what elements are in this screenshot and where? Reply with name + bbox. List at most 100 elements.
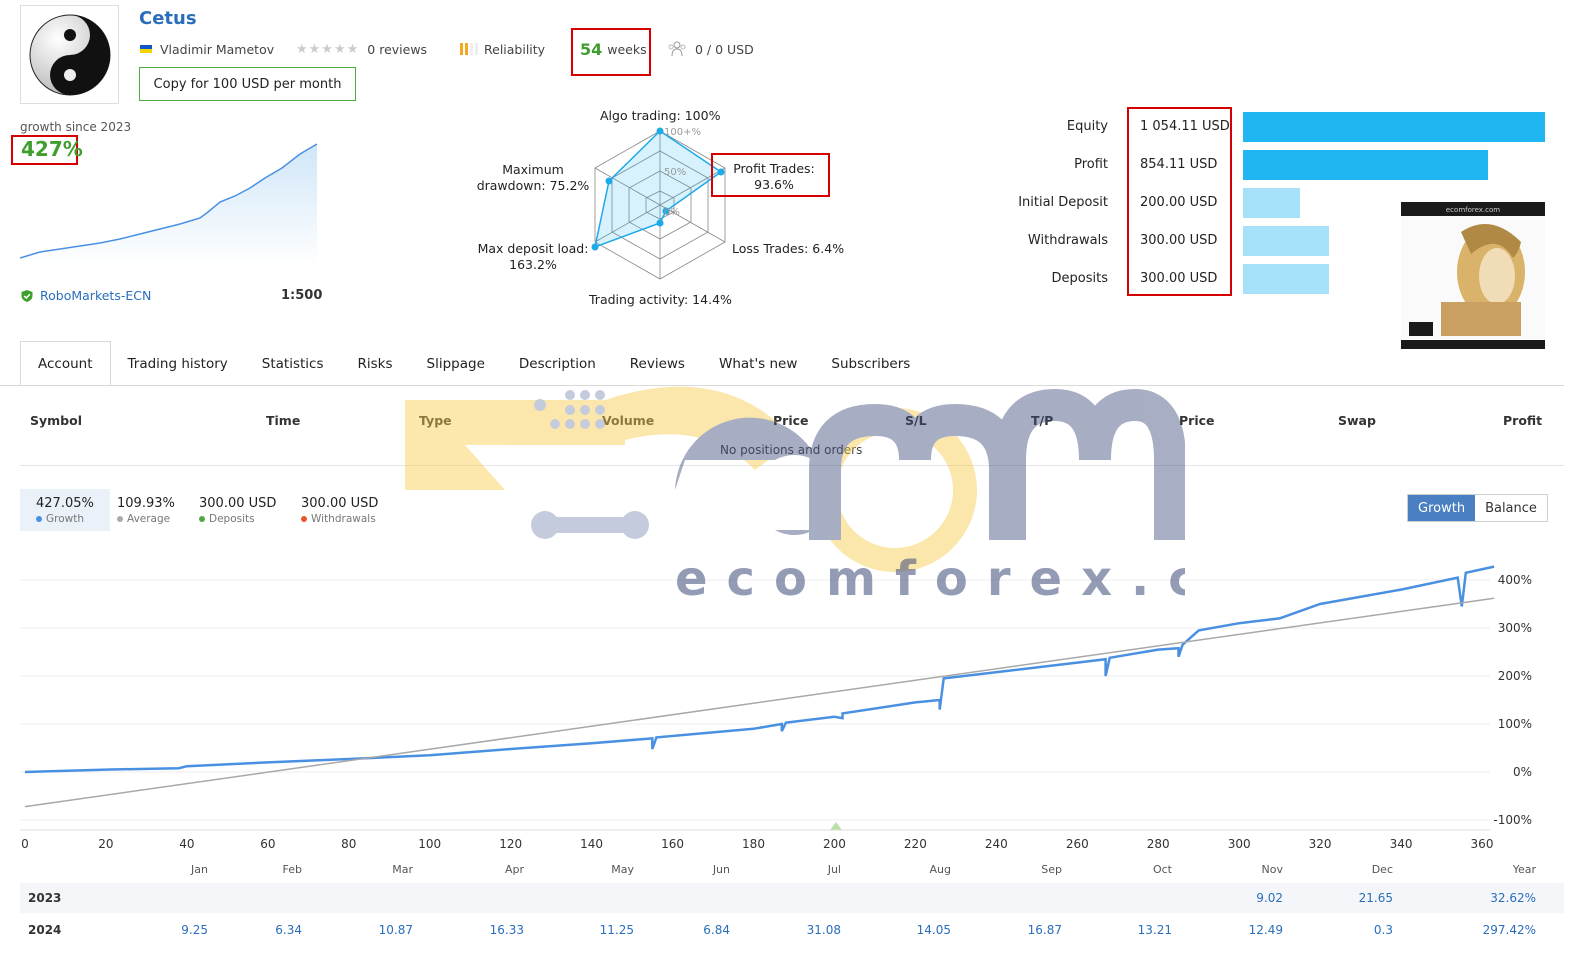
broker-link[interactable]: RoboMarkets-ECN bbox=[20, 288, 151, 303]
tab-risks[interactable]: Risks bbox=[341, 341, 410, 386]
tab-reviews[interactable]: Reviews bbox=[613, 341, 702, 386]
month-return-cell[interactable]: 16.33 bbox=[464, 923, 524, 937]
ukraine-flag-icon bbox=[140, 45, 152, 53]
month-header: Year bbox=[1512, 863, 1536, 876]
tab-account[interactable]: Account bbox=[20, 341, 111, 386]
col-header: Swap bbox=[1338, 413, 1376, 428]
month-return-cell[interactable]: 16.87 bbox=[1002, 923, 1062, 937]
month-header: Aug bbox=[929, 863, 951, 876]
x-tick-label: 340 bbox=[1390, 837, 1413, 851]
year-row-2023: 2023 9.02 21.65 32.62% bbox=[20, 883, 1564, 913]
stat-dot-icon bbox=[301, 516, 307, 522]
reliability-block: Reliability bbox=[460, 40, 545, 58]
month-header: Jun bbox=[712, 863, 730, 876]
author-block[interactable]: Vladimir Mametov bbox=[140, 40, 274, 58]
month-return-cell[interactable]: 297.42% bbox=[1476, 923, 1536, 937]
month-return-cell[interactable]: 21.65 bbox=[1333, 891, 1393, 905]
month-return-cell[interactable]: 11.25 bbox=[574, 923, 634, 937]
radar-profit-label-a: Profit Trades: bbox=[733, 161, 815, 176]
x-tick-label: 300 bbox=[1228, 837, 1251, 851]
tab-subscribers[interactable]: Subscribers bbox=[814, 341, 927, 386]
month-return-cell[interactable]: 9.02 bbox=[1223, 891, 1283, 905]
tab-description[interactable]: Description bbox=[502, 341, 613, 386]
month-return-cell[interactable]: 12.49 bbox=[1223, 923, 1283, 937]
stat-growth[interactable]: 427.05% Growth bbox=[20, 489, 110, 531]
month-header: Nov bbox=[1261, 863, 1283, 876]
author-name[interactable]: Vladimir Mametov bbox=[160, 42, 274, 57]
year-row-2024: 2024 9.25 6.34 10.87 16.33 11.25 6.84 31.08 14.0… bbox=[20, 915, 1564, 945]
month-header: May bbox=[611, 863, 634, 876]
no-positions-text: No positions and orders bbox=[720, 443, 863, 457]
month-return-cell[interactable]: 13.21 bbox=[1112, 923, 1172, 937]
year-label: 2024 bbox=[28, 923, 62, 937]
stat-value: 109.93% bbox=[117, 496, 175, 511]
month-return-cell[interactable]: 9.25 bbox=[148, 923, 208, 937]
reviews-block[interactable]: ★★★★★ 0 reviews bbox=[296, 40, 427, 58]
tab-slippage[interactable]: Slippage bbox=[410, 341, 502, 386]
rating-stars-icon: ★★★★★ bbox=[296, 41, 360, 57]
reviews-count[interactable]: 0 reviews bbox=[367, 42, 427, 57]
col-header: Price bbox=[773, 413, 809, 428]
tab-bar: Account Trading history Statistics Risks Sli… bbox=[20, 341, 927, 386]
equity-label: Deposits bbox=[1051, 271, 1108, 286]
range-handle-icon[interactable] bbox=[830, 822, 842, 830]
tab-statistics[interactable]: Statistics bbox=[245, 341, 341, 386]
month-return-cell[interactable]: 31.08 bbox=[781, 923, 841, 937]
radar-profit-label-b: 93.6% bbox=[754, 177, 794, 192]
month-return-cell[interactable]: 6.34 bbox=[242, 923, 302, 937]
balance-toggle-button[interactable]: Balance bbox=[1475, 495, 1547, 521]
radar-ring-0: 0% bbox=[664, 207, 680, 218]
radar-ring-100: 100+% bbox=[664, 127, 701, 138]
equity-row-1: Profit 854.11 USD bbox=[1000, 150, 1560, 180]
robot-woman-image-icon: ecomforex.com bbox=[1401, 202, 1545, 349]
y-tick-label: 400% bbox=[1498, 573, 1532, 587]
equity-label: Withdrawals bbox=[1027, 233, 1108, 248]
positions-divider bbox=[20, 465, 1564, 466]
stat-dot-icon bbox=[117, 516, 123, 522]
reliability-label: Reliability bbox=[484, 41, 546, 57]
growth-chart: 400% 300% 200% 100% 0% -100% 0 20 40 60 80 100 120 14… bbox=[20, 565, 1532, 851]
equity-bar bbox=[1243, 188, 1300, 218]
signal-title[interactable]: Cetus bbox=[139, 8, 197, 29]
avatar[interactable] bbox=[20, 5, 119, 104]
month-header: Mar bbox=[392, 863, 413, 876]
radar-deposit-label-b: 163.2% bbox=[509, 257, 557, 272]
radar-ring-50: 50% bbox=[664, 167, 686, 178]
leverage-value: 1:500 bbox=[281, 288, 323, 303]
month-header: Oct bbox=[1152, 863, 1172, 876]
advertisement-image[interactable]: ecomforex.com bbox=[1401, 202, 1545, 349]
broker-name[interactable]: RoboMarkets-ECN bbox=[40, 288, 151, 303]
growth-toggle-button[interactable]: Growth bbox=[1408, 495, 1476, 521]
x-tick-label: 80 bbox=[341, 837, 356, 851]
tab-trading-history[interactable]: Trading history bbox=[111, 341, 245, 386]
chart-mode-toggle: Growth Balance bbox=[1407, 494, 1548, 522]
month-header: Jul bbox=[827, 863, 841, 876]
reliability-bars-icon bbox=[460, 43, 478, 55]
month-header: Jan bbox=[191, 863, 208, 876]
stat-average: 109.93% Average bbox=[101, 489, 191, 531]
ad-site-text: ecomforex.com bbox=[1446, 206, 1500, 214]
subscribers-block: 0 / 0 USD bbox=[667, 40, 754, 58]
month-return-cell[interactable]: 10.87 bbox=[353, 923, 413, 937]
col-header: Time bbox=[266, 413, 301, 428]
y-tick-label: 200% bbox=[1498, 669, 1532, 683]
col-header: Volume bbox=[602, 413, 655, 428]
month-return-cell[interactable]: 0.3 bbox=[1333, 923, 1393, 937]
radar-algo-label: Algo trading: 100% bbox=[600, 108, 721, 123]
radar-deposit-label-a: Max deposit load: bbox=[477, 241, 589, 256]
x-tick-label: 240 bbox=[985, 837, 1008, 851]
copy-button[interactable]: Copy for 100 USD per month bbox=[139, 67, 356, 101]
stat-label: Growth bbox=[46, 513, 85, 525]
tab-what-s-new[interactable]: What's new bbox=[702, 341, 814, 386]
month-return-cell[interactable]: 14.05 bbox=[891, 923, 951, 937]
col-header: Symbol bbox=[30, 413, 82, 428]
x-tick-label: 100 bbox=[418, 837, 441, 851]
month-return-cell[interactable]: 6.84 bbox=[670, 923, 730, 937]
month-return-cell[interactable]: 32.62% bbox=[1476, 891, 1536, 905]
y-tick-label: 300% bbox=[1498, 621, 1532, 635]
col-header: Price bbox=[1179, 413, 1215, 428]
subscribers-value: 0 / 0 USD bbox=[695, 41, 754, 57]
y-tick-label: 100% bbox=[1498, 717, 1532, 731]
stat-deposits: 300.00 USD Deposits bbox=[183, 489, 292, 531]
x-tick-label: 280 bbox=[1147, 837, 1170, 851]
